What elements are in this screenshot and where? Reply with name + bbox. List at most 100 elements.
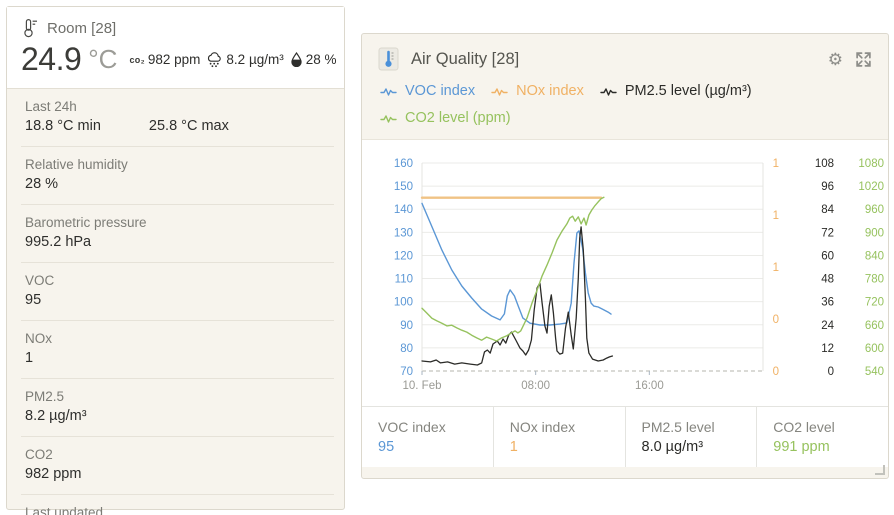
svg-text:36: 36 [821,297,834,309]
stat-value: 95 [378,437,493,458]
svg-text:90: 90 [400,320,413,332]
legend-item[interactable]: NOx index [491,81,584,101]
svg-text:780: 780 [865,274,884,286]
list-item: CO2 982 ppm [21,437,334,495]
chart-area[interactable]: 1601501401301201101009080701110010896847… [362,139,888,406]
svg-text:60: 60 [821,250,834,262]
svg-text:96: 96 [821,181,834,193]
air-quality-card: Air Quality [28] ⚙ [361,33,889,479]
legend-item[interactable]: PM2.5 level (µg/m³) [600,81,752,101]
list-item-value: 8.2 µg/m³ [25,406,87,427]
legend-item-label: VOC index [405,81,475,101]
stat-cell: NOx index 1 [493,407,625,467]
svg-text:80: 80 [400,343,413,355]
legend-item[interactable]: CO2 level (ppm) [380,108,511,128]
chart-legend: VOC index NOx index [380,81,872,128]
list-item-label: Relative humidity [25,155,330,174]
svg-text:1: 1 [773,262,779,274]
svg-text:840: 840 [865,250,884,262]
svg-text:960: 960 [865,204,884,216]
indoor-thermometer-icon [21,18,38,38]
particles-cloud-icon [206,52,223,68]
stat-value: 8.0 µg/m³ [642,437,757,458]
list-item: Relative humidity 28 % [21,147,334,205]
room-stats-list: Last 24h 18.8 °C min 25.8 °C max Relativ… [7,89,344,515]
svg-text:100: 100 [394,297,413,309]
list-item-value: 95 [25,290,41,311]
svg-text:108: 108 [815,158,834,170]
svg-text:900: 900 [865,227,884,239]
svg-text:540: 540 [865,366,884,378]
list-item: Barometric pressure 995.2 hPa [21,205,334,263]
svg-text:72: 72 [821,227,834,239]
room-card-header: Room [28] 24.9 °C co₂ 982 ppm [7,7,344,89]
svg-text:600: 600 [865,343,884,355]
svg-text:1080: 1080 [858,158,884,170]
stat-value: 1 [510,437,625,458]
stat-label: VOC index [378,417,493,437]
list-item: VOC 95 [21,263,334,321]
svg-text:160: 160 [394,158,413,170]
legend-item[interactable]: VOC index [380,81,475,101]
stat-label: NOx index [510,417,625,437]
stat-cell: VOC index 95 [362,407,493,467]
current-values-row: VOC index 95 NOx index 1 PM2.5 level 8.0… [362,406,888,467]
stat-cell: CO2 level 991 ppm [756,407,888,467]
list-item-value-2: 25.8 °C max [149,116,229,137]
list-item-value: 18.8 °C min [25,116,101,137]
svg-text:140: 140 [394,204,413,216]
room-temperature: 24.9 [21,41,81,78]
dashboard: Room [28] 24.9 °C co₂ 982 ppm [0,0,894,515]
legend-item-label: CO2 level (ppm) [405,108,511,128]
list-item-label: VOC [25,271,330,290]
gear-icon[interactable]: ⚙ [828,51,843,68]
stat-label: PM2.5 level [642,417,757,437]
list-item-label: NOx [25,329,330,348]
humidity-drop-icon [290,52,303,67]
room-title: Room [28] [47,20,116,37]
list-item-value: 995.2 hPa [25,232,91,253]
svg-text:1: 1 [773,158,779,170]
list-item-value: 1 [25,348,33,369]
humidity-inline-value: 28 % [306,52,337,67]
air-quality-chart: 1601501401301201101009080701110010896847… [362,140,888,406]
svg-text:24: 24 [821,320,834,332]
stat-label: CO2 level [773,417,888,437]
svg-text:130: 130 [394,227,413,239]
svg-text:1020: 1020 [858,181,884,193]
co2-icon: co₂ [129,55,144,65]
room-card: Room [28] 24.9 °C co₂ 982 ppm [6,6,345,510]
list-item-label: Last updated [25,503,330,515]
resize-handle[interactable] [875,465,885,475]
svg-text:150: 150 [394,181,413,193]
svg-text:660: 660 [865,320,884,332]
room-temperature-unit: °C [88,44,117,75]
co2-inline-value: 982 ppm [148,52,201,67]
legend-item-label: NOx index [516,81,584,101]
humidity-inline-metric: 28 % [290,52,337,67]
list-item-label: Barometric pressure [25,213,330,232]
legend-item-label: PM2.5 level (µg/m³) [625,81,752,101]
pm25-inline-value: 8.2 µg/m³ [226,52,283,67]
list-item-label: Last 24h [25,97,330,116]
list-item-value: 982 ppm [25,464,81,485]
svg-text:720: 720 [865,297,884,309]
co2-inline-metric: co₂ 982 ppm [129,52,200,67]
svg-text:70: 70 [400,366,413,378]
series-line-icon [600,86,619,97]
list-item-label: CO2 [25,445,330,464]
air-quality-title: Air Quality [28] [411,50,816,69]
series-line-icon [491,86,510,97]
series-line-icon [380,86,399,97]
svg-text:08:00: 08:00 [521,380,550,392]
series-line-icon [380,113,399,124]
stat-value: 991 ppm [773,437,888,458]
svg-text:16:00: 16:00 [635,380,664,392]
list-item-value: 28 % [25,174,58,195]
list-item: NOx 1 [21,321,334,379]
list-item-label: PM2.5 [25,387,330,406]
expand-icon[interactable] [855,51,872,68]
svg-text:84: 84 [821,204,834,216]
svg-text:110: 110 [395,274,413,286]
svg-text:0: 0 [773,314,779,326]
